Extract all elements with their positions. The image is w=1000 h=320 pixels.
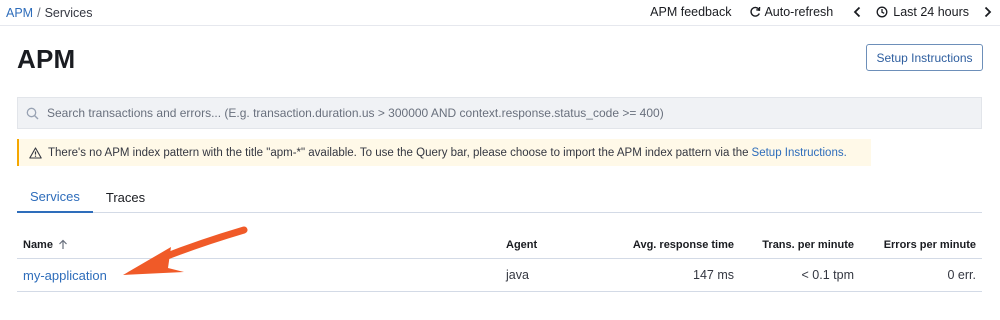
- table-header: Name Agent Avg. response time Trans. per…: [17, 231, 982, 259]
- previous-range-button[interactable]: [853, 6, 862, 18]
- tab-services[interactable]: Services: [17, 182, 93, 213]
- tab-traces[interactable]: Traces: [93, 182, 158, 213]
- service-link[interactable]: my-application: [23, 268, 107, 283]
- column-header-errors[interactable]: Errors per minute: [857, 231, 976, 258]
- breadcrumb-current: Services: [44, 6, 93, 20]
- index-pattern-warning: There's no APM index pattern with the ti…: [17, 139, 871, 166]
- column-header-name[interactable]: Name: [23, 231, 68, 258]
- sort-ascending-icon: [59, 239, 67, 249]
- setup-instructions-button[interactable]: Setup Instructions: [866, 44, 983, 71]
- column-header-response-time[interactable]: Avg. response time: [577, 231, 734, 258]
- warning-setup-instructions-link[interactable]: Setup Instructions.: [752, 147, 847, 159]
- breadcrumb-apm-link[interactable]: APM: [6, 6, 33, 20]
- page-title: APM: [17, 44, 76, 74]
- time-range-label: Last 24 hours: [893, 5, 969, 19]
- service-name-cell: my-application: [23, 259, 107, 291]
- breadcrumb-separator: /: [37, 6, 41, 20]
- time-range-picker[interactable]: Last 24 hours: [876, 5, 969, 19]
- column-header-tpm[interactable]: Trans. per minute: [745, 231, 854, 258]
- apm-feedback-link[interactable]: APM feedback: [650, 5, 731, 19]
- breadcrumb: APM / Services: [6, 6, 93, 20]
- warning-icon: [29, 146, 42, 159]
- errors-cell: 0 err.: [947, 268, 977, 282]
- top-nav: APM feedback Auto-refresh Last 24 hours: [650, 5, 992, 19]
- clock-icon: [876, 6, 888, 18]
- tab-bar: Services Traces: [17, 182, 982, 213]
- auto-refresh-label: Auto-refresh: [764, 5, 834, 19]
- column-header-name-label: Name: [23, 238, 53, 251]
- column-header-agent[interactable]: Agent: [506, 231, 537, 258]
- tpm-cell: < 0.1 tpm: [801, 268, 854, 282]
- agent-cell: java: [506, 268, 529, 282]
- refresh-icon: [750, 6, 761, 17]
- table-row: my-application java 147 ms < 0.1 tpm 0 e…: [17, 259, 982, 292]
- next-range-button[interactable]: [983, 6, 992, 18]
- services-table: Name Agent Avg. response time Trans. per…: [17, 231, 982, 292]
- auto-refresh-button[interactable]: Auto-refresh: [749, 5, 833, 19]
- search-input[interactable]: [47, 106, 947, 120]
- chevron-right-icon: [984, 6, 992, 18]
- top-bar: APM / Services APM feedback Auto-refresh…: [0, 0, 1000, 26]
- query-bar: [17, 97, 982, 129]
- search-icon: [26, 107, 39, 119]
- warning-text: There's no APM index pattern with the ti…: [48, 146, 749, 159]
- chevron-left-icon: [853, 6, 861, 18]
- response-time-cell: 147 ms: [693, 268, 734, 282]
